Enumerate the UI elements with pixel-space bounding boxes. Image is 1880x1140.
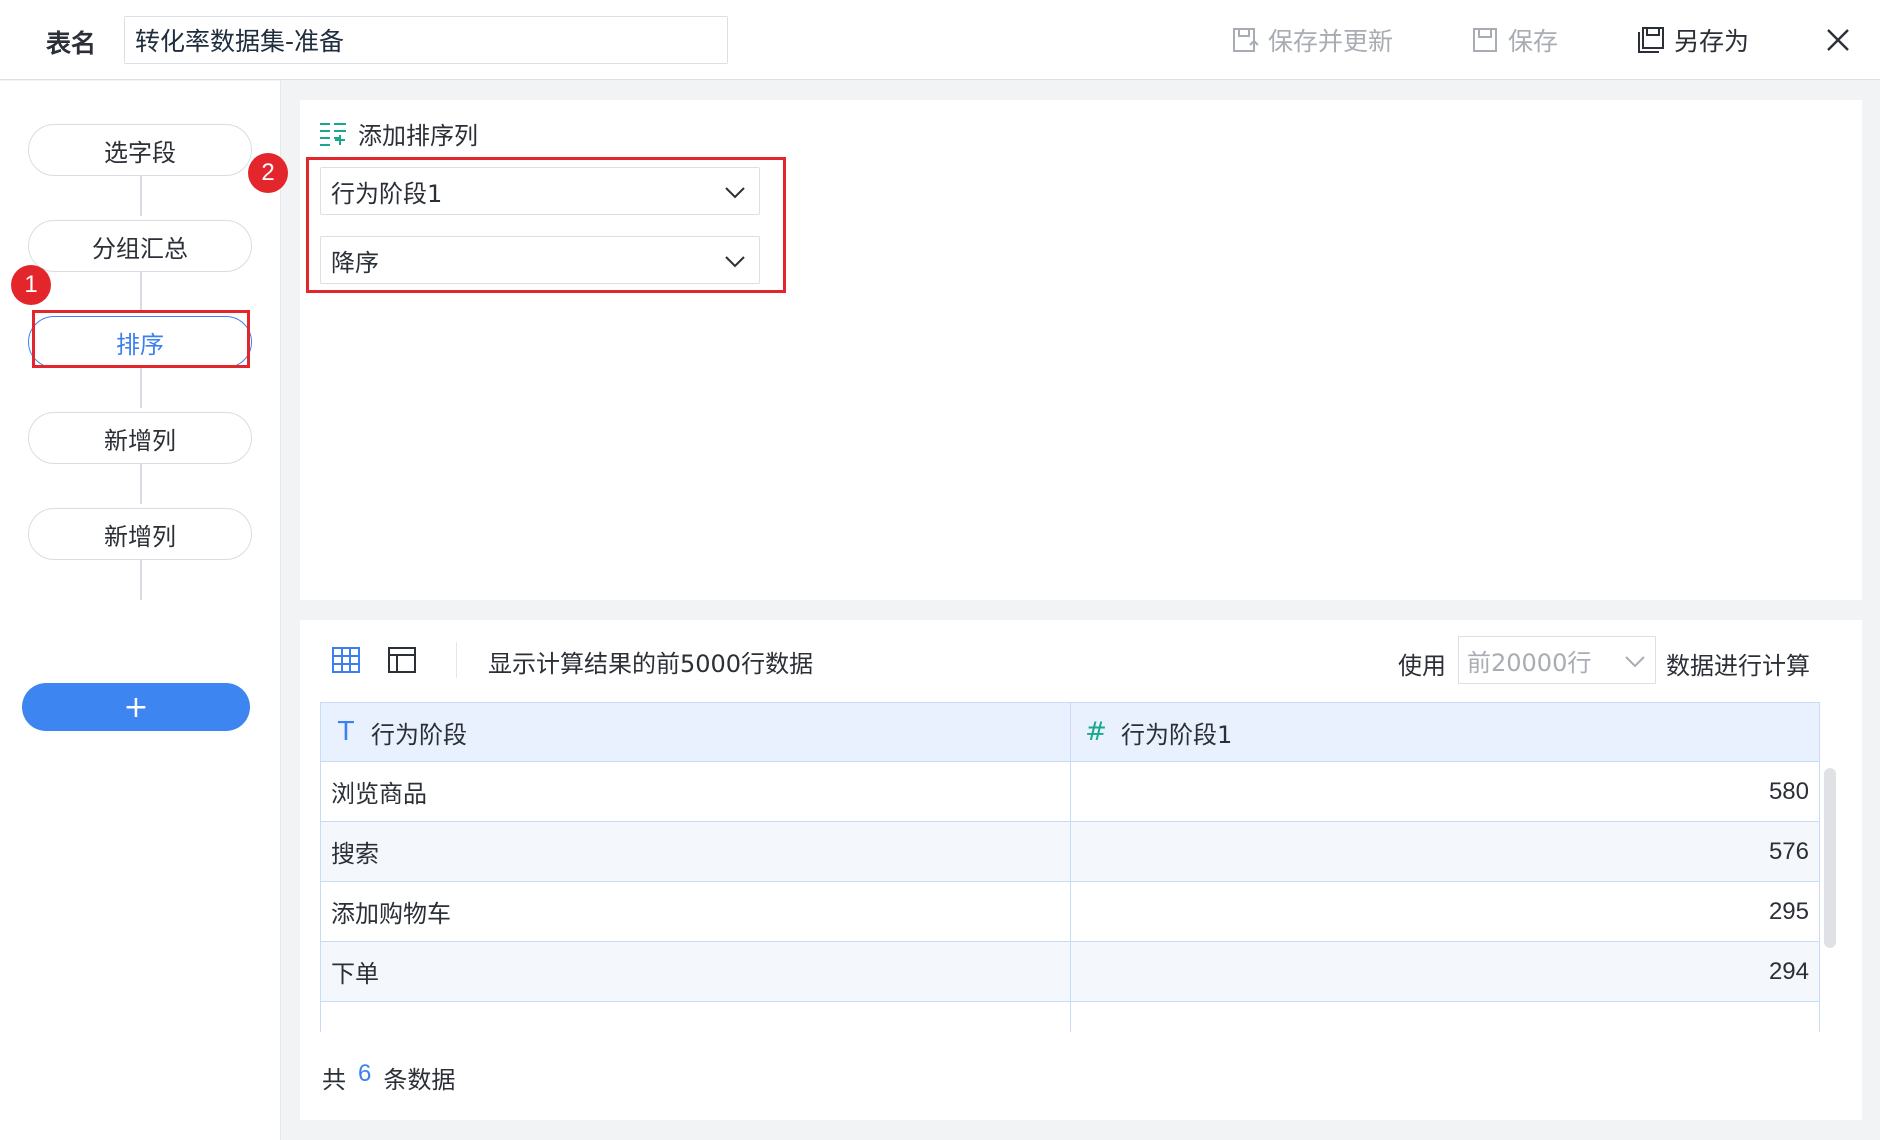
- step-connector: [140, 560, 142, 600]
- chevron-down-icon: [725, 256, 745, 268]
- sort-order-select[interactable]: 降序: [320, 236, 760, 284]
- total-prefix: 共: [322, 1066, 346, 1094]
- layout-view-icon[interactable]: [386, 644, 418, 676]
- table-cell: 580: [1768, 777, 1809, 805]
- column-name: 行为阶段1: [1121, 720, 1233, 749]
- top-bar: 表名 保存并更新 保存 另存为: [0, 0, 1880, 80]
- table-cell: 576: [1768, 837, 1809, 865]
- toolbar-divider: [456, 642, 457, 678]
- close-icon[interactable]: [1822, 24, 1854, 56]
- step-label: 分组汇总: [92, 234, 188, 263]
- use-label: 使用: [1398, 652, 1446, 680]
- step-add-column-1[interactable]: 新增列: [28, 412, 252, 464]
- sort-config-panel: 添加排序列 行为阶段1 降序: [300, 100, 1862, 600]
- data-preview-panel: 显示计算结果的前5000行数据 使用 前20000行 数据进行计算 T 行为阶段…: [300, 620, 1862, 1120]
- save-and-update-label: 保存并更新: [1268, 27, 1394, 56]
- total-suffix: 条数据: [383, 1066, 456, 1094]
- calc-label: 数据进行计算: [1666, 652, 1810, 680]
- add-sort-icon: [320, 122, 346, 146]
- table-cell: [321, 1002, 1071, 1032]
- table-row: 搜索 576: [320, 822, 1820, 882]
- table-cell: 浏览商品: [321, 762, 1071, 821]
- step-label: 新增列: [104, 426, 176, 455]
- table-row: 添加购物车 295: [320, 882, 1820, 942]
- preview-info-text: 显示计算结果的前5000行数据: [488, 650, 814, 678]
- step-connector: [140, 368, 142, 408]
- table-name-label: 表名: [46, 29, 97, 58]
- step-connector: [140, 272, 142, 312]
- save-and-update-button[interactable]: 保存并更新: [1230, 22, 1393, 58]
- chevron-down-icon: [725, 187, 745, 199]
- table-name-input[interactable]: [124, 16, 728, 64]
- save-as-button[interactable]: 另存为: [1636, 22, 1749, 58]
- step-select-fields[interactable]: 选字段: [28, 124, 252, 176]
- table-header: T 行为阶段 # 行为阶段1: [320, 702, 1820, 762]
- table-cell: 下单: [321, 942, 1071, 1001]
- step-label: 选字段: [104, 138, 176, 167]
- step-sidebar: 选字段 分组汇总 排序 新增列 新增列 +: [0, 81, 281, 1140]
- column-header[interactable]: # 行为阶段1: [1071, 703, 1819, 761]
- save-as-icon: [1638, 27, 1664, 53]
- step-connector: [140, 464, 142, 504]
- callout-badge-1: 1: [11, 265, 51, 305]
- table-cell: [1071, 1002, 1819, 1032]
- step-group-summary[interactable]: 分组汇总: [28, 220, 252, 272]
- save-as-label: 另存为: [1674, 27, 1750, 56]
- chevron-down-icon: [1625, 656, 1645, 668]
- step-add-column-2[interactable]: 新增列: [28, 508, 252, 560]
- add-step-button[interactable]: +: [22, 683, 250, 731]
- add-sort-column-button[interactable]: 添加排序列: [318, 116, 478, 151]
- save-label: 保存: [1508, 27, 1559, 56]
- sort-order-value: 降序: [331, 248, 379, 277]
- step-label: 新增列: [104, 522, 176, 551]
- text-type-icon: T: [338, 717, 354, 747]
- column-name: 行为阶段: [371, 720, 467, 749]
- table-row: 下单 294: [320, 942, 1820, 1002]
- step-sort[interactable]: 排序: [28, 316, 252, 368]
- callout-badge-2: 2: [248, 153, 288, 193]
- row-limit-select[interactable]: 前20000行: [1458, 636, 1656, 684]
- table-cell: 搜索: [321, 822, 1071, 881]
- save-icon: [1473, 28, 1497, 52]
- step-connector: [140, 176, 142, 216]
- step-label: 排序: [116, 330, 164, 359]
- plus-icon: +: [123, 689, 149, 725]
- save-button[interactable]: 保存: [1470, 22, 1558, 58]
- table-row: [320, 1002, 1820, 1032]
- row-limit-placeholder: 前20000行: [1467, 648, 1592, 677]
- table-cell: 294: [1768, 957, 1809, 985]
- sort-field-select[interactable]: 行为阶段1: [320, 167, 760, 215]
- number-type-icon: #: [1085, 717, 1107, 747]
- table-scrollbar[interactable]: [1824, 768, 1836, 948]
- table-cell: 添加购物车: [321, 882, 1071, 941]
- add-sort-label: 添加排序列: [358, 122, 478, 150]
- grid-view-icon[interactable]: [330, 644, 362, 676]
- save-update-icon: [1233, 28, 1259, 52]
- row-count-footer: 共 6 条数据: [322, 1060, 455, 1095]
- column-header[interactable]: T 行为阶段: [321, 703, 1071, 761]
- data-table: T 行为阶段 # 行为阶段1 浏览商品 580 搜索 576 添加购物车 295…: [320, 702, 1820, 1032]
- total-count: 6: [358, 1060, 372, 1087]
- table-cell: 295: [1768, 897, 1809, 925]
- sort-field-value: 行为阶段1: [331, 179, 443, 208]
- table-row: 浏览商品 580: [320, 762, 1820, 822]
